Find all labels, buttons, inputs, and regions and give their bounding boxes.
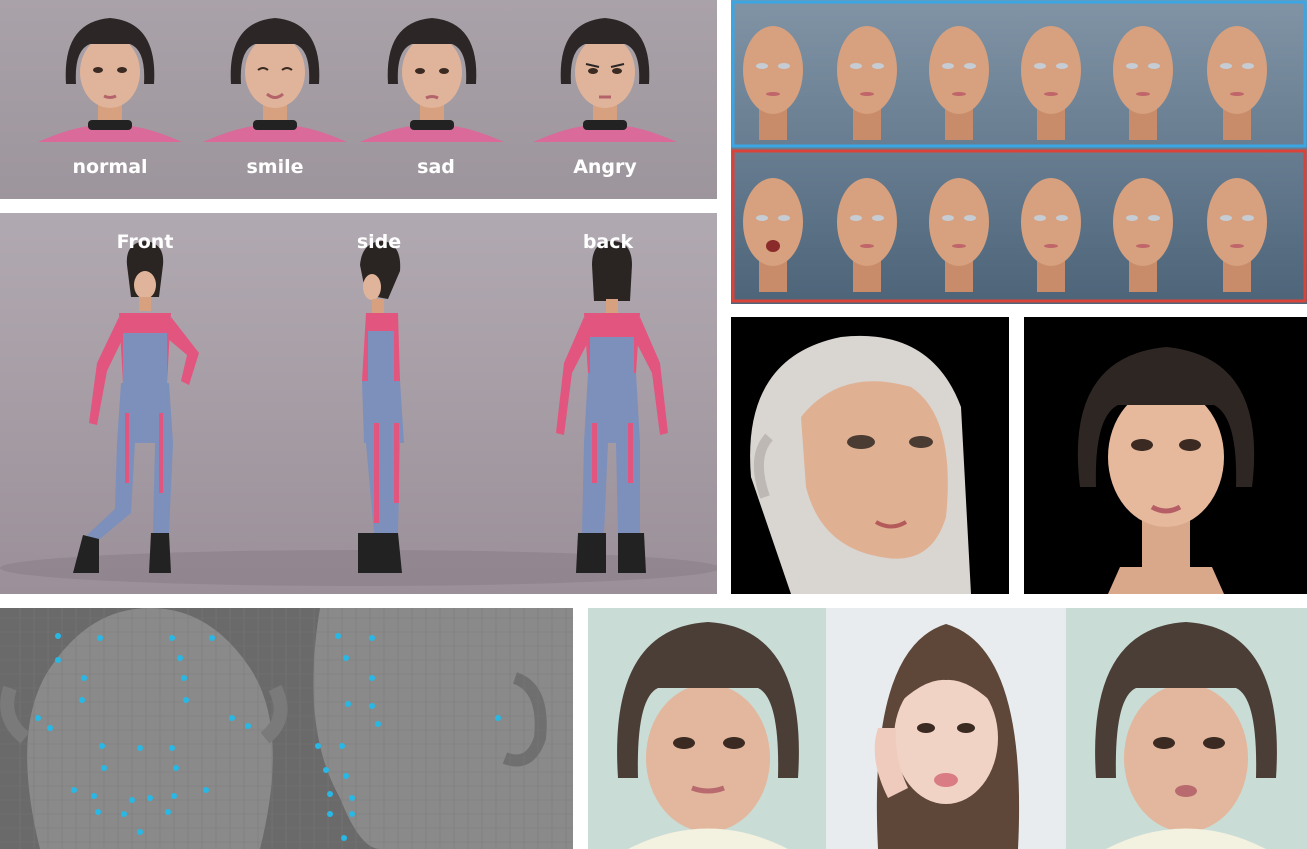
turnaround-panel: Front side back	[0, 213, 717, 594]
mocap-marker-dot	[327, 811, 333, 817]
mocap-marker-dot	[341, 835, 347, 841]
blendshape-grid	[731, 0, 1307, 304]
face-hair-illustration	[1024, 317, 1307, 594]
frame-avatar-left	[588, 608, 826, 849]
mocap-marker-dot	[181, 675, 187, 681]
mocap-marker-dot	[129, 797, 135, 803]
mocap-marker-dot	[137, 829, 143, 835]
mocap-marker-dot	[169, 745, 175, 751]
mocap-marker-dot	[99, 743, 105, 749]
turnaround-label-back: back	[582, 231, 634, 253]
mocap-marker-dot	[375, 721, 381, 727]
mocap-marker-dot	[323, 767, 329, 773]
expressions-panel: normal smile sad Angry	[0, 0, 717, 199]
mocap-marker-dot	[95, 809, 101, 815]
expression-label-smile: smile	[246, 156, 304, 178]
mocap-marker-dot	[345, 701, 351, 707]
mocap-marker-dot	[137, 745, 143, 751]
frame-avatar-right	[1066, 608, 1307, 849]
mocap-marker-dot	[369, 675, 375, 681]
mocap-marker-dot	[369, 635, 375, 641]
turnaround-illustration	[0, 213, 717, 594]
mocap-marker-dot	[315, 743, 321, 749]
mocap-marker-dot	[91, 793, 97, 799]
mocap-wireframe	[0, 608, 573, 849]
video-frames-panel	[588, 608, 1307, 849]
mocap-marker-dot	[97, 635, 103, 641]
mocap-marker-dot	[495, 715, 501, 721]
mocap-marker-dot	[79, 697, 85, 703]
mocap-marker-dot	[121, 811, 127, 817]
mocap-marker-dot	[35, 715, 41, 721]
mocap-marker-dot	[147, 795, 153, 801]
mocap-marker-dot	[171, 793, 177, 799]
expression-label-sad: sad	[417, 156, 455, 178]
face-bald-illustration	[731, 317, 1009, 594]
mocap-marker-dot	[173, 765, 179, 771]
mocap-marker-dot	[339, 743, 345, 749]
turnaround-label-side: side	[356, 231, 402, 253]
mocap-marker-dot	[203, 787, 209, 793]
video-frames	[588, 608, 1307, 849]
frame-performer-middle	[826, 608, 1066, 849]
expression-label-angry: Angry	[573, 156, 637, 178]
turnaround-label-front: Front	[116, 231, 174, 253]
mocap-marker-dot	[55, 657, 61, 663]
mocap-marker-dot	[343, 655, 349, 661]
mocap-marker-dot	[327, 791, 333, 797]
mocap-marker-dot	[169, 635, 175, 641]
mocap-marker-dot	[369, 703, 375, 709]
mocap-wireframe-panel	[0, 608, 573, 849]
mocap-marker-dot	[343, 773, 349, 779]
mocap-marker-dot	[335, 633, 341, 639]
mocap-marker-dot	[209, 635, 215, 641]
mocap-marker-dot	[71, 787, 77, 793]
mocap-marker-dot	[349, 795, 355, 801]
mocap-marker-dot	[81, 675, 87, 681]
expression-label-normal: normal	[72, 156, 148, 178]
face-hair-render	[1024, 317, 1307, 594]
mocap-marker-dot	[177, 655, 183, 661]
mocap-marker-dot	[55, 633, 61, 639]
mocap-marker-dot	[229, 715, 235, 721]
mocap-marker-dot	[183, 697, 189, 703]
blendshape-grid-panel	[731, 0, 1307, 304]
mocap-marker-dot	[165, 809, 171, 815]
mocap-marker-dot	[47, 725, 53, 731]
mocap-marker-dot	[245, 723, 251, 729]
mocap-marker-dot	[349, 811, 355, 817]
mocap-marker-dot	[101, 765, 107, 771]
face-bald-render	[731, 317, 1009, 594]
